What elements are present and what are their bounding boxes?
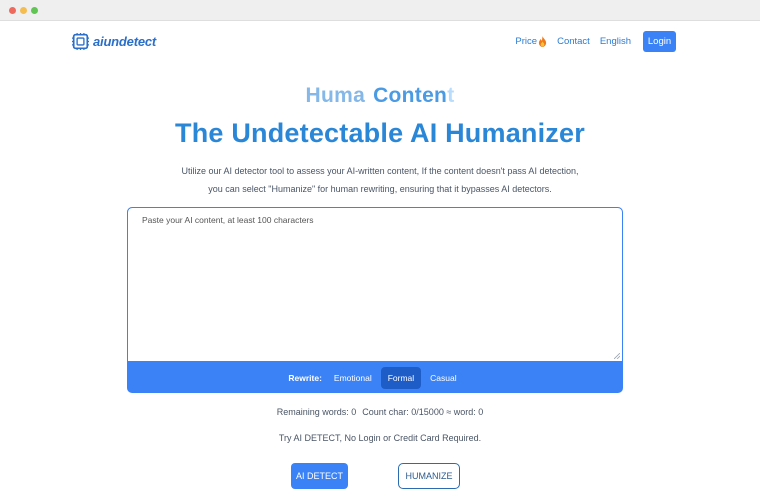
- mode-formal[interactable]: Formal: [380, 367, 422, 389]
- page-title: The Undetectable AI Humanizer: [175, 118, 585, 148]
- typing-headline: Huma Content: [0, 84, 760, 108]
- brand-logo[interactable]: aiundetect: [72, 33, 156, 50]
- nav-price-label: Price: [515, 36, 538, 47]
- rewrite-mode-bar: Rewrite: Emotional Formal Casual: [128, 365, 622, 391]
- try-note: Try AI DETECT, No Login or Credit Card R…: [278, 433, 482, 443]
- window-maximize-button[interactable]: [31, 7, 38, 14]
- page-subtitle: Utilize our AI detector tool to assess y…: [181, 166, 579, 194]
- typing-word-2: Conten: [373, 84, 448, 107]
- nav-links: Price Contact English Login: [515, 31, 676, 52]
- window-minimize-button[interactable]: [20, 7, 27, 14]
- fire-icon: [538, 36, 547, 47]
- char-count: Count char: 0/15000 ≈ word: 0: [362, 407, 484, 417]
- typing-word-1: Huma: [305, 84, 366, 107]
- word-count-stats: Remaining words: 0 Count char: 0/15000 ≈ …: [0, 407, 760, 417]
- ai-content-input[interactable]: [128, 208, 622, 361]
- window-close-button[interactable]: [9, 7, 16, 14]
- resize-grip-icon[interactable]: [614, 353, 620, 359]
- brand-name: aiundetect: [93, 34, 157, 49]
- content-editor: Rewrite: Emotional Formal Casual: [127, 207, 623, 393]
- rewrite-label: Rewrite:: [288, 373, 322, 383]
- language-selector[interactable]: English: [600, 36, 631, 47]
- browser-titlebar: [0, 0, 760, 21]
- typing-word-2-fading-letter: t: [447, 84, 455, 107]
- humanize-button[interactable]: HUMANIZE: [398, 463, 460, 489]
- navbar: aiundetect Price Contact English Login: [0, 21, 760, 63]
- nav-price-link[interactable]: Price: [515, 36, 547, 47]
- mode-emotional[interactable]: Emotional: [329, 367, 377, 389]
- ai-detect-button[interactable]: AI DETECT: [291, 463, 348, 489]
- remaining-words: Remaining words: 0: [276, 407, 357, 417]
- aiundetect-logo-icon: [72, 33, 89, 50]
- mode-casual[interactable]: Casual: [425, 367, 461, 389]
- login-button[interactable]: Login: [643, 31, 676, 52]
- nav-contact-link[interactable]: Contact: [557, 36, 590, 47]
